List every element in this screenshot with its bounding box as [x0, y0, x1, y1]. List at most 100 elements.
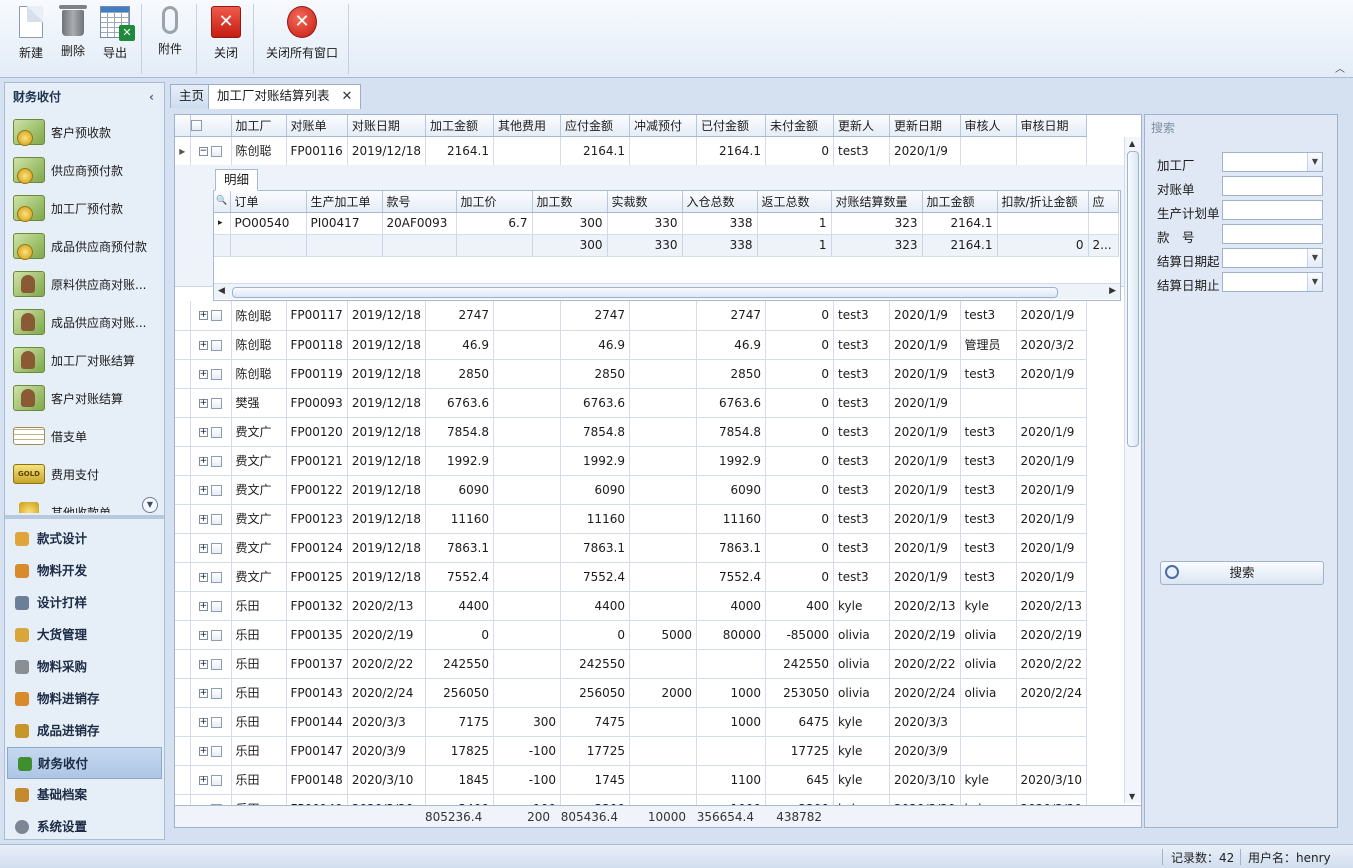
close-all-windows-button[interactable]: ✕ 关闭所有窗口: [263, 4, 341, 70]
sidebar-item-material-supplier-statement[interactable]: 原料供应商对账...: [5, 265, 164, 303]
dcol-settle-qty[interactable]: 对账结算数量: [831, 191, 923, 213]
grid-vertical-scrollbar[interactable]: ▲ ▼: [1124, 137, 1141, 803]
row-checkbox[interactable]: [211, 339, 223, 351]
expand-plus-icon[interactable]: +: [198, 659, 208, 669]
row-checkbox[interactable]: [211, 745, 223, 757]
row-expand-toggle[interactable]: +: [190, 446, 232, 476]
scroll-up-icon[interactable]: ▲: [1129, 139, 1135, 148]
table-row[interactable]: + 费文广 FP00124 2019/12/18 7863.1 7863.1 7863.1…: [175, 533, 1088, 563]
row-expand-toggle[interactable]: +: [190, 765, 232, 795]
nav-bulk-management[interactable]: 大货管理: [5, 619, 164, 651]
expand-plus-icon[interactable]: +: [198, 601, 208, 611]
table-row[interactable]: + 陈创聪 FP00117 2019/12/18 2747 2747 2747 0 test3…: [175, 301, 1088, 331]
tab-factory-settlement-list[interactable]: 加工厂对账结算列表 ✕: [208, 84, 362, 109]
row-expand-toggle[interactable]: +: [190, 707, 232, 737]
row-checkbox[interactable]: [211, 513, 223, 525]
scroll-left-icon[interactable]: ◀: [218, 286, 225, 296]
expand-plus-icon[interactable]: +: [198, 572, 208, 582]
tab-detail[interactable]: 明细: [215, 169, 259, 191]
sidebar-splitter[interactable]: [5, 515, 164, 519]
expand-plus-icon[interactable]: +: [198, 340, 208, 350]
nav-product-inventory[interactable]: 成品进销存: [5, 715, 164, 747]
row-expand-toggle[interactable]: +: [190, 504, 232, 534]
table-row[interactable]: + 陈创聪 FP00118 2019/12/18 46.9 46.9 46.9 0 test3…: [175, 330, 1088, 360]
table-row[interactable]: + 乐田 FP00144 2020/3/3 7175 300 7475 1000 6475 ky…: [175, 707, 1088, 737]
sidebar-item-expense-payment[interactable]: GOLD 费用支付: [5, 455, 164, 493]
row-expand-toggle[interactable]: −: [190, 136, 232, 166]
nav-material-inventory[interactable]: 物料进销存: [5, 683, 164, 715]
expand-plus-icon[interactable]: +: [198, 485, 208, 495]
row-expand-toggle[interactable]: +: [190, 301, 232, 331]
row-expand-toggle[interactable]: +: [190, 388, 232, 418]
chevron-down-icon[interactable]: ▼: [1307, 153, 1322, 171]
row-checkbox[interactable]: [211, 774, 223, 786]
production-plan-input[interactable]: [1222, 200, 1323, 220]
row-expand-toggle[interactable]: +: [190, 678, 232, 708]
grid-scroll-thumb[interactable]: [1127, 151, 1139, 447]
detail-scroll-thumb[interactable]: [232, 287, 1058, 298]
new-button[interactable]: 新建: [16, 4, 46, 70]
expand-plus-icon[interactable]: +: [198, 746, 208, 756]
detail-filter-icon[interactable]: 🔍: [214, 191, 231, 213]
table-row[interactable]: + 费文广 FP00122 2019/12/18 6090 6090 6090 0 test3…: [175, 475, 1088, 505]
row-expand-toggle[interactable]: +: [190, 475, 232, 505]
search-button[interactable]: 搜索: [1160, 561, 1324, 585]
row-expand-toggle[interactable]: +: [190, 591, 232, 621]
style-number-input[interactable]: [1222, 224, 1323, 244]
delete-button[interactable]: 删除: [58, 4, 88, 70]
table-row[interactable]: + 乐田 FP00143 2020/2/24 256050 256050 2000 1000…: [175, 678, 1088, 708]
col-unpaid[interactable]: 未付金额: [765, 115, 834, 137]
col-other-fee[interactable]: 其他费用: [493, 115, 561, 137]
scroll-right-icon[interactable]: ▶: [1109, 286, 1116, 296]
row-checkbox[interactable]: [211, 426, 223, 438]
table-row[interactable]: + 陈创聪 FP00119 2019/12/18 2850 2850 2850 0 test3…: [175, 359, 1088, 389]
col-factory[interactable]: 加工厂: [231, 115, 287, 137]
col-updater[interactable]: 更新人: [833, 115, 890, 137]
dcol-price[interactable]: 加工价: [456, 191, 533, 213]
col-offset[interactable]: 冲减预付: [629, 115, 697, 137]
col-updated[interactable]: 更新日期: [889, 115, 961, 137]
table-row[interactable]: + 乐田 FP00137 2020/2/22 242550 242550 242550 ol…: [175, 649, 1088, 679]
row-checkbox[interactable]: [211, 310, 223, 322]
table-row[interactable]: + 乐田 FP00132 2020/2/13 4400 4400 4000 400 kyle 2…: [175, 591, 1088, 621]
col-payable[interactable]: 应付金额: [560, 115, 630, 137]
sidebar-item-factory-prepay[interactable]: 加工厂预付款: [5, 189, 164, 227]
dcol-more[interactable]: 应: [1088, 191, 1119, 213]
row-checkbox[interactable]: [211, 571, 223, 583]
nav-design-sample[interactable]: 设计打样: [5, 587, 164, 619]
dcol-amount[interactable]: 加工金额: [922, 191, 998, 213]
expand-plus-icon[interactable]: +: [198, 630, 208, 640]
expand-plus-icon[interactable]: +: [198, 311, 208, 321]
row-checkbox[interactable]: [211, 368, 223, 380]
sidebar-item-product-supplier-prepay[interactable]: 成品供应商预付款: [5, 227, 164, 265]
sidebar-item-product-supplier-statement[interactable]: 成品供应商对账...: [5, 303, 164, 341]
select-all-checkbox[interactable]: [190, 115, 232, 137]
dcol-cut[interactable]: 实裁数: [607, 191, 683, 213]
expand-plus-icon[interactable]: +: [198, 427, 208, 437]
detail-row[interactable]: ▸ PO00540 PI00417 20AF0093 6.7 300 330 3…: [214, 212, 1119, 235]
table-row[interactable]: + 费文广 FP00125 2019/12/18 7552.4 7552.4 7552.4…: [175, 562, 1088, 592]
table-row-expanded[interactable]: ▸ − 陈创聪 FP00116 2019/12/18 2164.1 2164.1…: [175, 136, 1088, 166]
nav-material-purchase[interactable]: 物料采购: [5, 651, 164, 683]
expand-plus-icon[interactable]: +: [198, 514, 208, 524]
tab-home[interactable]: 主页: [170, 84, 214, 108]
expand-plus-icon[interactable]: +: [198, 688, 208, 698]
expand-plus-icon[interactable]: +: [198, 456, 208, 466]
row-checkbox[interactable]: [211, 716, 223, 728]
nav-system-settings[interactable]: 系统设置: [5, 811, 164, 843]
col-paid[interactable]: 已付金额: [696, 115, 766, 137]
col-amount[interactable]: 加工金额: [425, 115, 494, 137]
table-row[interactable]: + 乐田 FP00147 2020/3/9 17825 -100 17725 17725 ky…: [175, 736, 1088, 766]
row-checkbox[interactable]: [211, 629, 223, 641]
table-row[interactable]: + 费文广 FP00120 2019/12/18 7854.8 7854.8 7854.8…: [175, 417, 1088, 447]
col-audited[interactable]: 审核日期: [1016, 115, 1088, 137]
row-expand-toggle[interactable]: +: [190, 417, 232, 447]
expand-plus-icon[interactable]: +: [198, 369, 208, 379]
expand-plus-icon[interactable]: +: [198, 398, 208, 408]
sidebar-item-customer-prepay[interactable]: 客户预收款: [5, 113, 164, 151]
row-expand-toggle[interactable]: +: [190, 736, 232, 766]
nav-finance[interactable]: 财务收付: [7, 747, 162, 779]
nav-master-data[interactable]: 基础档案: [5, 779, 164, 811]
collapse-ribbon-icon[interactable]: ︿: [1335, 60, 1345, 75]
collapse-sidebar-icon[interactable]: ‹: [149, 83, 154, 111]
